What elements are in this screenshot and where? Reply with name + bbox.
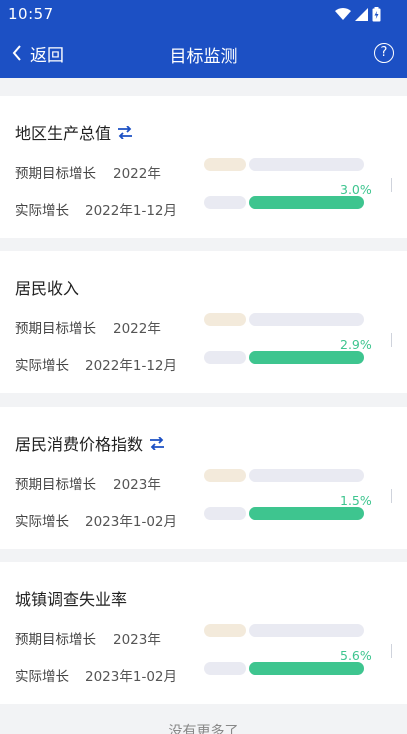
target-period: 2023年 (113, 477, 161, 493)
target-label: 预期目标增长 (15, 477, 96, 493)
metric-card[interactable]: 居民收入 预期目标增长 2022年 实际增长 2022年1-12月 2.9% (0, 251, 407, 393)
help-button[interactable]: ? (374, 43, 394, 63)
card-title-text: 城镇调查失业率 (15, 590, 128, 609)
signal-icon (355, 7, 368, 21)
metric-card[interactable]: 居民消费价格指数 预期目标增长 2023年 实际增长 2023年1-02月 1.… (0, 407, 407, 549)
actual-label: 实际增长 (15, 514, 69, 530)
actual-bar-left (204, 351, 246, 364)
actual-period: 2022年1-12月 (85, 358, 177, 374)
page-title: 目标监测 (169, 47, 238, 67)
card-title-text: 地区生产总值 (15, 124, 112, 143)
card-title-text: 居民消费价格指数 (15, 435, 144, 454)
card-title-text: 居民收入 (15, 279, 80, 298)
value-tick (391, 644, 392, 658)
actual-bar-right (249, 662, 364, 675)
actual-value: 2.9% (340, 337, 372, 352)
wifi-icon (335, 7, 351, 21)
actual-bar-fill (249, 196, 364, 209)
target-bar-left (204, 158, 246, 171)
target-bar-right (249, 313, 364, 326)
status-bar: 10:57 (0, 0, 407, 28)
target-bar-right (249, 469, 364, 482)
value-tick (391, 178, 392, 192)
target-period: 2022年 (113, 166, 161, 182)
actual-bar-right (249, 196, 364, 209)
target-label: 预期目标增长 (15, 166, 96, 182)
switch-arrows-icon[interactable] (149, 436, 165, 450)
actual-bar-fill (249, 662, 364, 675)
nav-bar: 返回 目标监测 ? (0, 28, 407, 78)
switch-arrows-icon[interactable] (117, 125, 133, 139)
card-title: 地区生产总值 (15, 120, 133, 144)
actual-bar-left (204, 196, 246, 209)
actual-value: 3.0% (340, 182, 372, 197)
actual-value: 1.5% (340, 493, 372, 508)
battery-icon (372, 6, 381, 21)
actual-label: 实际增长 (15, 358, 69, 374)
actual-label: 实际增长 (15, 669, 69, 685)
actual-period: 2022年1-12月 (85, 203, 177, 219)
actual-bar-fill (249, 507, 364, 520)
target-bar-left (204, 624, 246, 637)
card-title: 居民收入 (15, 275, 79, 299)
status-time: 10:57 (8, 5, 54, 23)
metric-card[interactable]: 城镇调查失业率 预期目标增长 2023年 实际增长 2023年1-02月 5.6… (0, 562, 407, 704)
value-tick (391, 333, 392, 347)
actual-bar-fill (249, 351, 364, 364)
target-bar-left (204, 313, 246, 326)
actual-value: 5.6% (340, 648, 372, 663)
actual-bar-right (249, 351, 364, 364)
target-bar-left (204, 469, 246, 482)
no-more-text: 没有更多了 (0, 706, 407, 734)
actual-period: 2023年1-02月 (85, 669, 177, 685)
actual-bar-left (204, 507, 246, 520)
actual-bar-right (249, 507, 364, 520)
actual-label: 实际增长 (15, 203, 69, 219)
value-tick (391, 489, 392, 503)
card-title: 居民消费价格指数 (15, 431, 165, 455)
target-label: 预期目标增长 (15, 632, 96, 648)
target-bar-right (249, 158, 364, 171)
status-icons (335, 6, 381, 22)
actual-bar-left (204, 662, 246, 675)
target-period: 2023年 (113, 632, 161, 648)
metric-card[interactable]: 地区生产总值 预期目标增长 2022年 实际增长 2022年1-12月 3.0% (0, 96, 407, 238)
actual-period: 2023年1-02月 (85, 514, 177, 530)
target-label: 预期目标增长 (15, 321, 96, 337)
card-title: 城镇调查失业率 (15, 586, 127, 610)
target-period: 2022年 (113, 321, 161, 337)
target-bar-right (249, 624, 364, 637)
